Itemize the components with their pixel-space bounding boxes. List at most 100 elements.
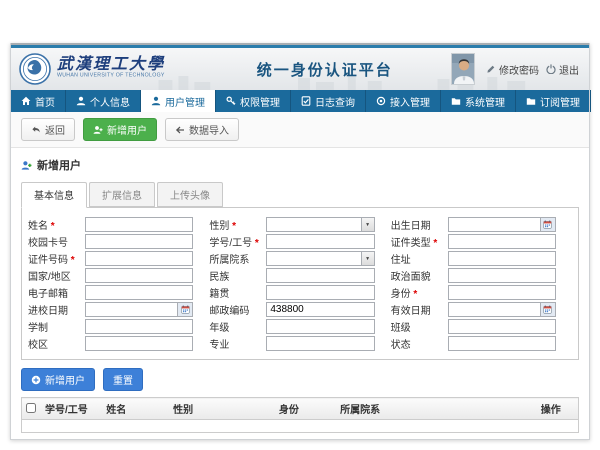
submit-add-user-button[interactable]: 新增用户 <box>21 368 95 391</box>
campus-field[interactable] <box>85 336 193 351</box>
political-status-field-group: 政治面貌 <box>391 268 572 283</box>
form-actions: 新增用户 重置 <box>21 368 579 391</box>
postal-code-field[interactable] <box>266 302 374 317</box>
id-type-field[interactable] <box>448 234 556 249</box>
identity-field-group: 身份 * <box>391 285 572 300</box>
country-input-wrap <box>85 268 193 283</box>
political-status-field[interactable] <box>448 268 556 283</box>
student-id-field[interactable] <box>266 234 374 249</box>
valid-date-calendar-button[interactable] <box>540 303 555 316</box>
country-field-group: 国家/地区 <box>28 268 209 283</box>
major-field[interactable] <box>266 336 374 351</box>
valid-date-label: 有效日期 <box>391 302 448 317</box>
birth-date-calendar-button[interactable] <box>540 218 555 231</box>
birth-date-label: 出生日期 <box>391 217 448 232</box>
entry-date-calendar-button[interactable] <box>177 303 192 316</box>
required-asterisk: * <box>411 289 418 300</box>
back-button[interactable]: 返回 <box>21 118 75 141</box>
postal-code-label: 邮政编码 <box>209 302 266 317</box>
campus-input-wrap <box>85 336 193 351</box>
nav-item-permissions[interactable]: 权限管理 <box>216 90 291 112</box>
required-asterisk: * <box>229 221 236 232</box>
entry-date-field-group: 进校日期 <box>28 302 209 317</box>
ethnicity-field-group: 民族 <box>209 268 390 283</box>
major-input-wrap <box>266 336 374 351</box>
status-field[interactable] <box>448 336 556 351</box>
nav-item-subscription[interactable]: 订阅管理 <box>516 90 591 112</box>
address-field-group: 住址 <box>391 251 572 266</box>
name-label: 姓名 * <box>28 217 85 232</box>
campus-card-field-group: 校园卡号 <box>28 234 209 249</box>
name-field-group: 姓名 * <box>28 217 209 232</box>
avatar[interactable] <box>451 53 475 85</box>
native-place-input-wrap <box>266 285 374 300</box>
nav-item-system[interactable]: 系统管理 <box>441 90 516 112</box>
gender-field-group: 性别 *▼ <box>209 217 390 232</box>
add-user-toolbar-button[interactable]: 新增用户 <box>83 118 157 141</box>
campus-card-label: 校园卡号 <box>28 234 85 249</box>
native-place-label: 籍贯 <box>209 285 266 300</box>
nav-item-logs[interactable]: 日志查询 <box>291 90 366 112</box>
section-title-label: 新增用户 <box>37 157 81 173</box>
grade-field[interactable] <box>266 319 374 334</box>
schooling-length-field[interactable] <box>85 319 193 334</box>
person-plus-color-icon <box>21 160 32 171</box>
campus-label: 校区 <box>28 336 85 351</box>
department-select[interactable] <box>266 251 374 266</box>
tab-basic-info[interactable]: 基本信息 <box>21 182 87 208</box>
add-user-toolbar-label: 新增用户 <box>107 122 147 137</box>
class-field-group: 班级 <box>391 319 572 334</box>
import-arrow-icon <box>175 125 185 135</box>
tab-extended-info[interactable]: 扩展信息 <box>89 182 155 207</box>
change-password-label: 修改密码 <box>499 62 539 77</box>
nav-item-profile[interactable]: 个人信息 <box>66 90 141 112</box>
address-label: 住址 <box>391 251 448 266</box>
campus-card-field[interactable] <box>85 234 193 249</box>
reset-button[interactable]: 重置 <box>103 368 143 391</box>
country-label: 国家/地区 <box>28 268 85 283</box>
university-name-block: 武漢理工大學 WUHAN UNIVERSITY OF TECHNOLOGY <box>57 56 243 82</box>
key-icon <box>226 96 236 106</box>
logout-link[interactable]: 退出 <box>546 62 579 77</box>
schooling-length-label: 学制 <box>28 319 85 334</box>
class-field[interactable] <box>448 319 556 334</box>
country-field[interactable] <box>85 268 193 283</box>
status-field-group: 状态 <box>391 336 572 351</box>
back-button-label: 返回 <box>45 122 65 137</box>
data-import-button[interactable]: 数据导入 <box>165 118 239 141</box>
change-password-link[interactable]: 修改密码 <box>486 62 539 77</box>
identity-field[interactable] <box>448 285 556 300</box>
name-field[interactable] <box>85 217 193 232</box>
nav-item-label: 首页 <box>35 94 55 109</box>
email-field[interactable] <box>85 285 193 300</box>
postal-code-field-group: 邮政编码 <box>209 302 390 317</box>
gender-input-wrap: ▼ <box>266 217 374 232</box>
reset-button-label: 重置 <box>113 372 133 387</box>
column-header-0: 学号/工号 <box>41 398 102 420</box>
nav-item-access[interactable]: 接入管理 <box>366 90 441 112</box>
nav-item-label: 日志查询 <box>315 94 355 109</box>
tabs: 基本信息扩展信息上传头像 <box>21 182 589 207</box>
department-input-wrap: ▼ <box>266 251 374 266</box>
postal-code-input-wrap <box>266 302 374 317</box>
name-input-wrap <box>85 217 193 232</box>
student-id-label: 学号/工号 * <box>209 234 266 249</box>
platform-title: 统一身份认证平台 <box>257 59 393 80</box>
column-header-3: 身份 <box>275 398 336 420</box>
nav-item-users[interactable]: 用户管理 <box>141 90 216 112</box>
campus-field-group: 校区 <box>28 336 209 351</box>
ethnicity-field[interactable] <box>266 268 374 283</box>
select-all-checkbox[interactable] <box>26 403 36 413</box>
tab-upload-avatar[interactable]: 上传头像 <box>157 182 223 207</box>
data-import-label: 数据导入 <box>189 122 229 137</box>
gender-select[interactable] <box>266 217 374 232</box>
gender-label: 性别 * <box>209 217 266 232</box>
nav-item-home[interactable]: 首页 <box>11 90 66 112</box>
native-place-field[interactable] <box>266 285 374 300</box>
address-field[interactable] <box>448 251 556 266</box>
id-number-field[interactable] <box>85 251 193 266</box>
class-label: 班级 <box>391 319 448 334</box>
ethnicity-input-wrap <box>266 268 374 283</box>
submit-add-user-label: 新增用户 <box>45 372 85 387</box>
required-asterisk: * <box>68 255 75 266</box>
